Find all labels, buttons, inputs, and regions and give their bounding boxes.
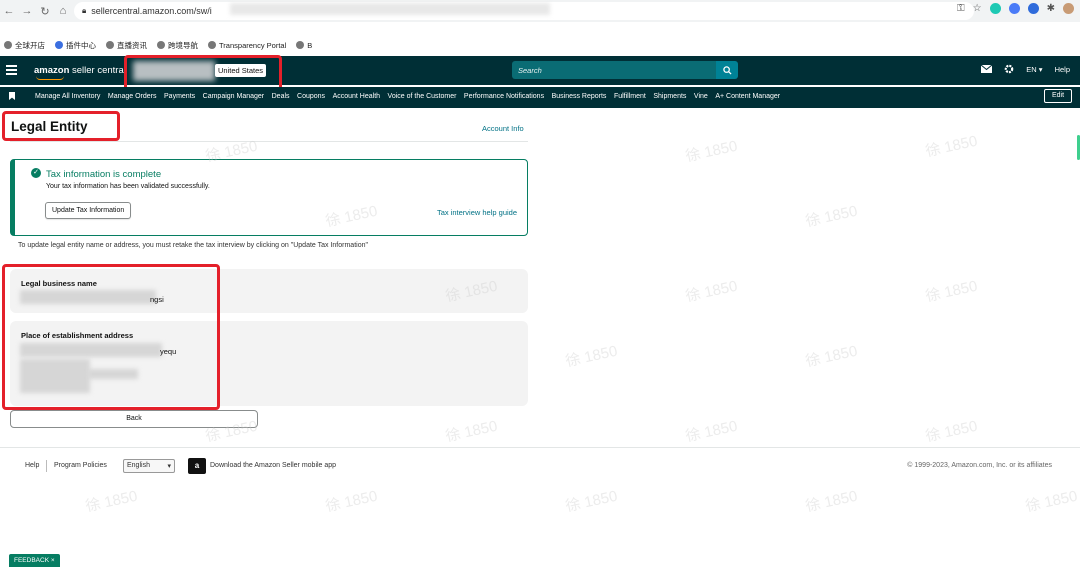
watermark: 徐 1850 (804, 202, 859, 231)
tax-interview-help-link[interactable]: Tax interview help guide (437, 208, 517, 217)
divider (10, 141, 528, 142)
extension-icon[interactable] (989, 3, 1001, 14)
header-actions: EN ▾ Help (981, 64, 1070, 74)
watermark: 徐 1850 (684, 137, 739, 166)
account-info-link[interactable]: Account Info (482, 124, 524, 133)
watermark: 徐 1850 (804, 487, 859, 516)
redacted-url (230, 3, 550, 15)
globe-icon (4, 41, 12, 49)
watermark: 徐 1850 (564, 342, 619, 371)
watermark: 徐 1850 (684, 417, 739, 446)
chevron-down-icon: ▾ (167, 463, 171, 470)
watermark: 徐 1850 (1024, 487, 1079, 516)
tax-status-card: ✓ Tax information is complete Your tax i… (10, 159, 528, 236)
divider (0, 447, 1080, 448)
help-link[interactable]: Help (1055, 65, 1070, 74)
extension-icon[interactable] (1027, 3, 1039, 14)
language-select[interactable]: English ▾ (123, 459, 175, 473)
watermark: 徐 1850 (84, 487, 139, 516)
bookmark-item[interactable]: B (296, 41, 312, 50)
globe-icon (296, 41, 305, 49)
watermark: 徐 1850 (924, 132, 979, 161)
watermark: 徐 1850 (444, 417, 499, 446)
menu-item[interactable]: A+ Content Manager (715, 93, 780, 100)
menu-item[interactable]: Coupons (297, 93, 325, 100)
search-icon (722, 65, 732, 75)
menu-item[interactable]: Voice of the Customer (388, 93, 457, 100)
lock-icon: 🔒︎ (82, 6, 87, 15)
feedback-button[interactable]: FEEDBACK × (9, 554, 60, 567)
menu-item[interactable]: Performance Notifications (464, 93, 544, 100)
amazon-smile-icon (36, 76, 64, 80)
check-circle-icon: ✓ (31, 168, 41, 178)
update-tax-information-button[interactable]: Update Tax Information (45, 202, 132, 219)
watermark: 徐 1850 (924, 417, 979, 446)
star-icon[interactable]: ☆ (973, 3, 982, 14)
amazon-seller-central-logo[interactable]: amazon seller central (34, 65, 126, 76)
bookmark-icon[interactable] (9, 92, 15, 100)
divider (46, 460, 47, 472)
download-app-link[interactable]: Download the Amazon Seller mobile app (210, 462, 336, 469)
back-arrow-icon[interactable]: ← (0, 5, 18, 17)
menu-items: Manage All Inventory Manage Orders Payme… (35, 93, 788, 100)
mail-icon[interactable] (981, 65, 993, 73)
copyright-text: © 1999-2023, Amazon.com, Inc. or its aff… (907, 462, 1052, 469)
extension-icon[interactable] (1008, 3, 1020, 14)
bookmark-item[interactable]: Transparency Portal (208, 41, 286, 50)
menu-item[interactable]: Campaign Manager (203, 93, 264, 100)
menu-item[interactable]: Vine (694, 93, 708, 100)
home-icon[interactable]: ⌂ (54, 5, 72, 17)
gear-icon[interactable] (1004, 64, 1014, 74)
language-switcher[interactable]: EN ▾ (1026, 65, 1042, 74)
plugin-icon (55, 41, 63, 49)
footer: Help Program Policies English ▾ a Downloa… (0, 458, 1080, 476)
bookmark-item[interactable]: 跨境导航 (157, 40, 198, 51)
key-icon[interactable]: ⚿ (957, 3, 965, 14)
menu-item[interactable]: Payments (164, 93, 195, 100)
watermark: 徐 1850 (924, 277, 979, 306)
bookmarks-bar: 全球开店 插件中心 直播资讯 跨境导航 Transparency Portal … (0, 36, 1080, 54)
browser-actions: ⚿ ☆ ✱ (957, 3, 1074, 14)
bookmark-item[interactable]: 直播资讯 (106, 40, 147, 51)
menu-item[interactable]: Manage All Inventory (35, 93, 100, 100)
search-button[interactable] (716, 61, 738, 79)
menu-item[interactable]: Manage Orders (108, 93, 157, 100)
tax-status-subtitle: Your tax information has been validated … (46, 183, 210, 190)
watermark: 徐 1850 (684, 277, 739, 306)
globe-icon (208, 41, 216, 49)
puzzle-icon[interactable]: ✱ (1047, 3, 1055, 14)
menu-item[interactable]: Account Health (333, 93, 380, 100)
watermark: 徐 1850 (804, 342, 859, 371)
watermark: 徐 1850 (564, 487, 619, 516)
search-input[interactable]: Search (512, 61, 716, 79)
profile-avatar[interactable] (1063, 3, 1074, 14)
menu-item[interactable]: Deals (272, 93, 290, 100)
bookmark-item[interactable]: 全球开店 (4, 40, 45, 51)
tax-status-title: Tax information is complete (46, 169, 162, 180)
program-policies-link[interactable]: Program Policies (54, 462, 107, 469)
reload-icon[interactable]: ↻ (36, 5, 54, 18)
watermark: 徐 1850 (324, 487, 379, 516)
hamburger-menu-icon[interactable] (6, 65, 17, 77)
highlight-box (2, 264, 220, 410)
menu-item[interactable]: Shipments (653, 93, 686, 100)
globe-icon (157, 41, 165, 49)
menu-item[interactable]: Business Reports (552, 93, 607, 100)
globe-icon (106, 41, 114, 49)
navigation-menu: Manage All Inventory Manage Orders Payme… (0, 87, 1080, 108)
amazon-app-icon[interactable]: a (188, 458, 206, 474)
retake-instructions: To update legal entity name or address, … (18, 242, 368, 249)
url-text: sellercentral.amazon.com/sw/i (91, 6, 212, 16)
edit-menu-button[interactable]: Edit (1044, 89, 1072, 103)
menu-item[interactable]: Fulfillment (614, 93, 646, 100)
highlight-box (2, 111, 120, 141)
bookmark-item[interactable]: 插件中心 (55, 40, 96, 51)
footer-help-link[interactable]: Help (25, 462, 39, 469)
forward-arrow-icon[interactable]: → (18, 5, 36, 17)
